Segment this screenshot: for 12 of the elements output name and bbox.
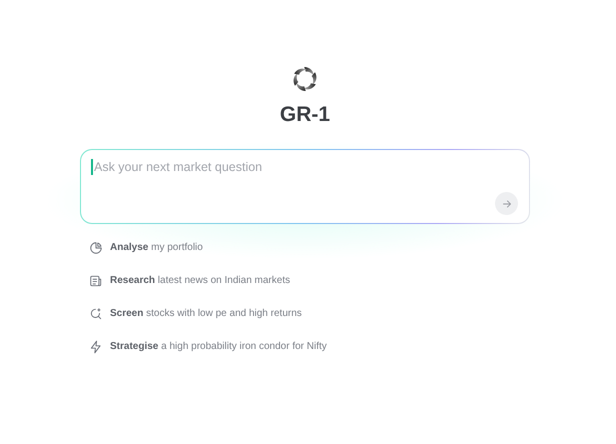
- suggestion-link[interactable]: Screen stocks with low pe and high returns: [110, 306, 302, 322]
- suggestion-link[interactable]: Analyse my portfolio: [110, 240, 203, 256]
- search-icon: [89, 307, 103, 321]
- suggestion-link[interactable]: Strategise a high probability iron condor for Nifty: [110, 339, 327, 355]
- app-title: GR-1: [280, 103, 330, 127]
- arrow-icon: [500, 198, 512, 210]
- text-cursor: [91, 159, 93, 175]
- newspaper-icon: [89, 274, 103, 288]
- suggestion-link[interactable]: Research latest news on Indian markets: [110, 273, 290, 289]
- question-field[interactable]: Ask your next market question: [80, 149, 530, 224]
- lightning-icon: [89, 340, 103, 354]
- pie-chart-icon: [89, 241, 103, 255]
